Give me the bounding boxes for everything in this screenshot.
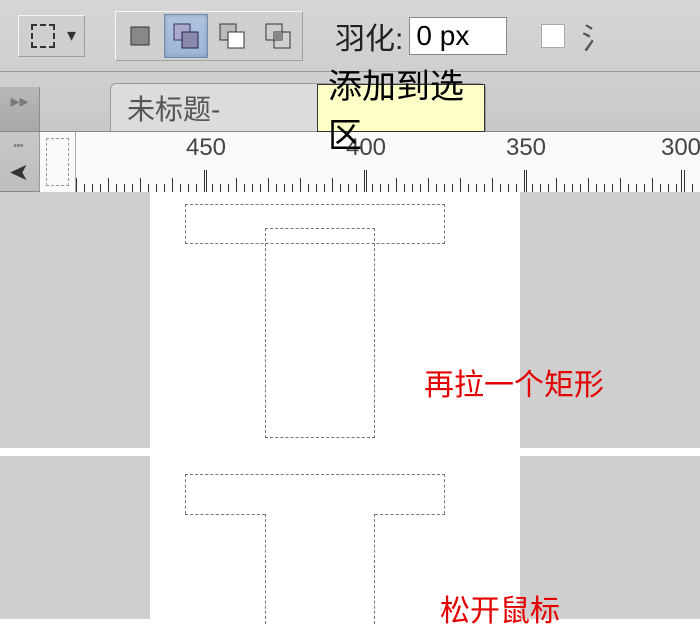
selection-union-top [185, 474, 445, 514]
tool-sidebar: ┅ ➤ ✥ [0, 132, 40, 191]
intersect-selection-icon [263, 21, 293, 51]
ruler-origin[interactable] [40, 132, 76, 192]
chevron-down-icon: ▾ [67, 25, 76, 46]
selection-marquee-2 [265, 228, 375, 438]
subtract-from-selection-button[interactable] [210, 14, 254, 58]
ruler-label: 300 [661, 134, 700, 162]
selection-arrow-icon[interactable]: ➤ [9, 158, 29, 187]
antialias-checkbox[interactable] [541, 24, 565, 48]
expand-icon: ▸▸ [10, 91, 28, 112]
canvas-pasteboard-left [0, 456, 150, 619]
tooltip-text: 添加到选区 [328, 59, 474, 157]
tab-title-prefix: 未标题- [127, 88, 220, 128]
document-tab[interactable]: 未标题- 添加到选区__ 8) * × 添加到选区 [110, 83, 486, 131]
step2-panel: 松开鼠标 [0, 456, 700, 619]
marquee-tool-dropdown[interactable]: ▾ [18, 15, 85, 57]
annotation-step2: 松开鼠标 [440, 586, 560, 630]
panel-collapse-toggle[interactable]: ▸▸ [0, 87, 40, 131]
rectangular-marquee-icon [31, 24, 55, 48]
selection-union-edge-r [375, 514, 445, 515]
feather-input[interactable] [409, 17, 507, 55]
add-to-selection-button[interactable] [164, 14, 208, 58]
new-selection-button[interactable] [118, 14, 162, 58]
canvas-pasteboard-right [520, 192, 700, 448]
new-selection-icon [127, 23, 153, 49]
ruler-label: 350 [506, 134, 546, 162]
grip-icon: ┅ [14, 136, 26, 156]
intersect-selection-button[interactable] [256, 14, 300, 58]
annotation-step1: 再拉一个矩形 [424, 360, 604, 404]
step1-panel: 再拉一个矩形 [0, 192, 700, 452]
ruler-label: 450 [186, 134, 226, 162]
feather-label: 羽化: [335, 14, 403, 58]
add-to-selection-icon [171, 21, 201, 51]
canvas-area: 再拉一个矩形 松开鼠标 [0, 192, 700, 619]
antialias-label-partial: 氵 [581, 14, 611, 58]
subtract-from-selection-icon [217, 21, 247, 51]
selection-mode-group [115, 11, 303, 61]
ruler-origin-marker [46, 138, 69, 186]
feather-group: 羽化: [335, 14, 507, 58]
tooltip: 添加到选区 [317, 84, 485, 132]
document-tab-bar: ▸▸ 未标题- 添加到选区__ 8) * × 添加到选区 [0, 72, 700, 132]
selection-union-stem [265, 514, 375, 624]
ruler-ticks [76, 168, 700, 192]
canvas-pasteboard-left [0, 192, 150, 448]
selection-union-edge-l [185, 514, 265, 515]
